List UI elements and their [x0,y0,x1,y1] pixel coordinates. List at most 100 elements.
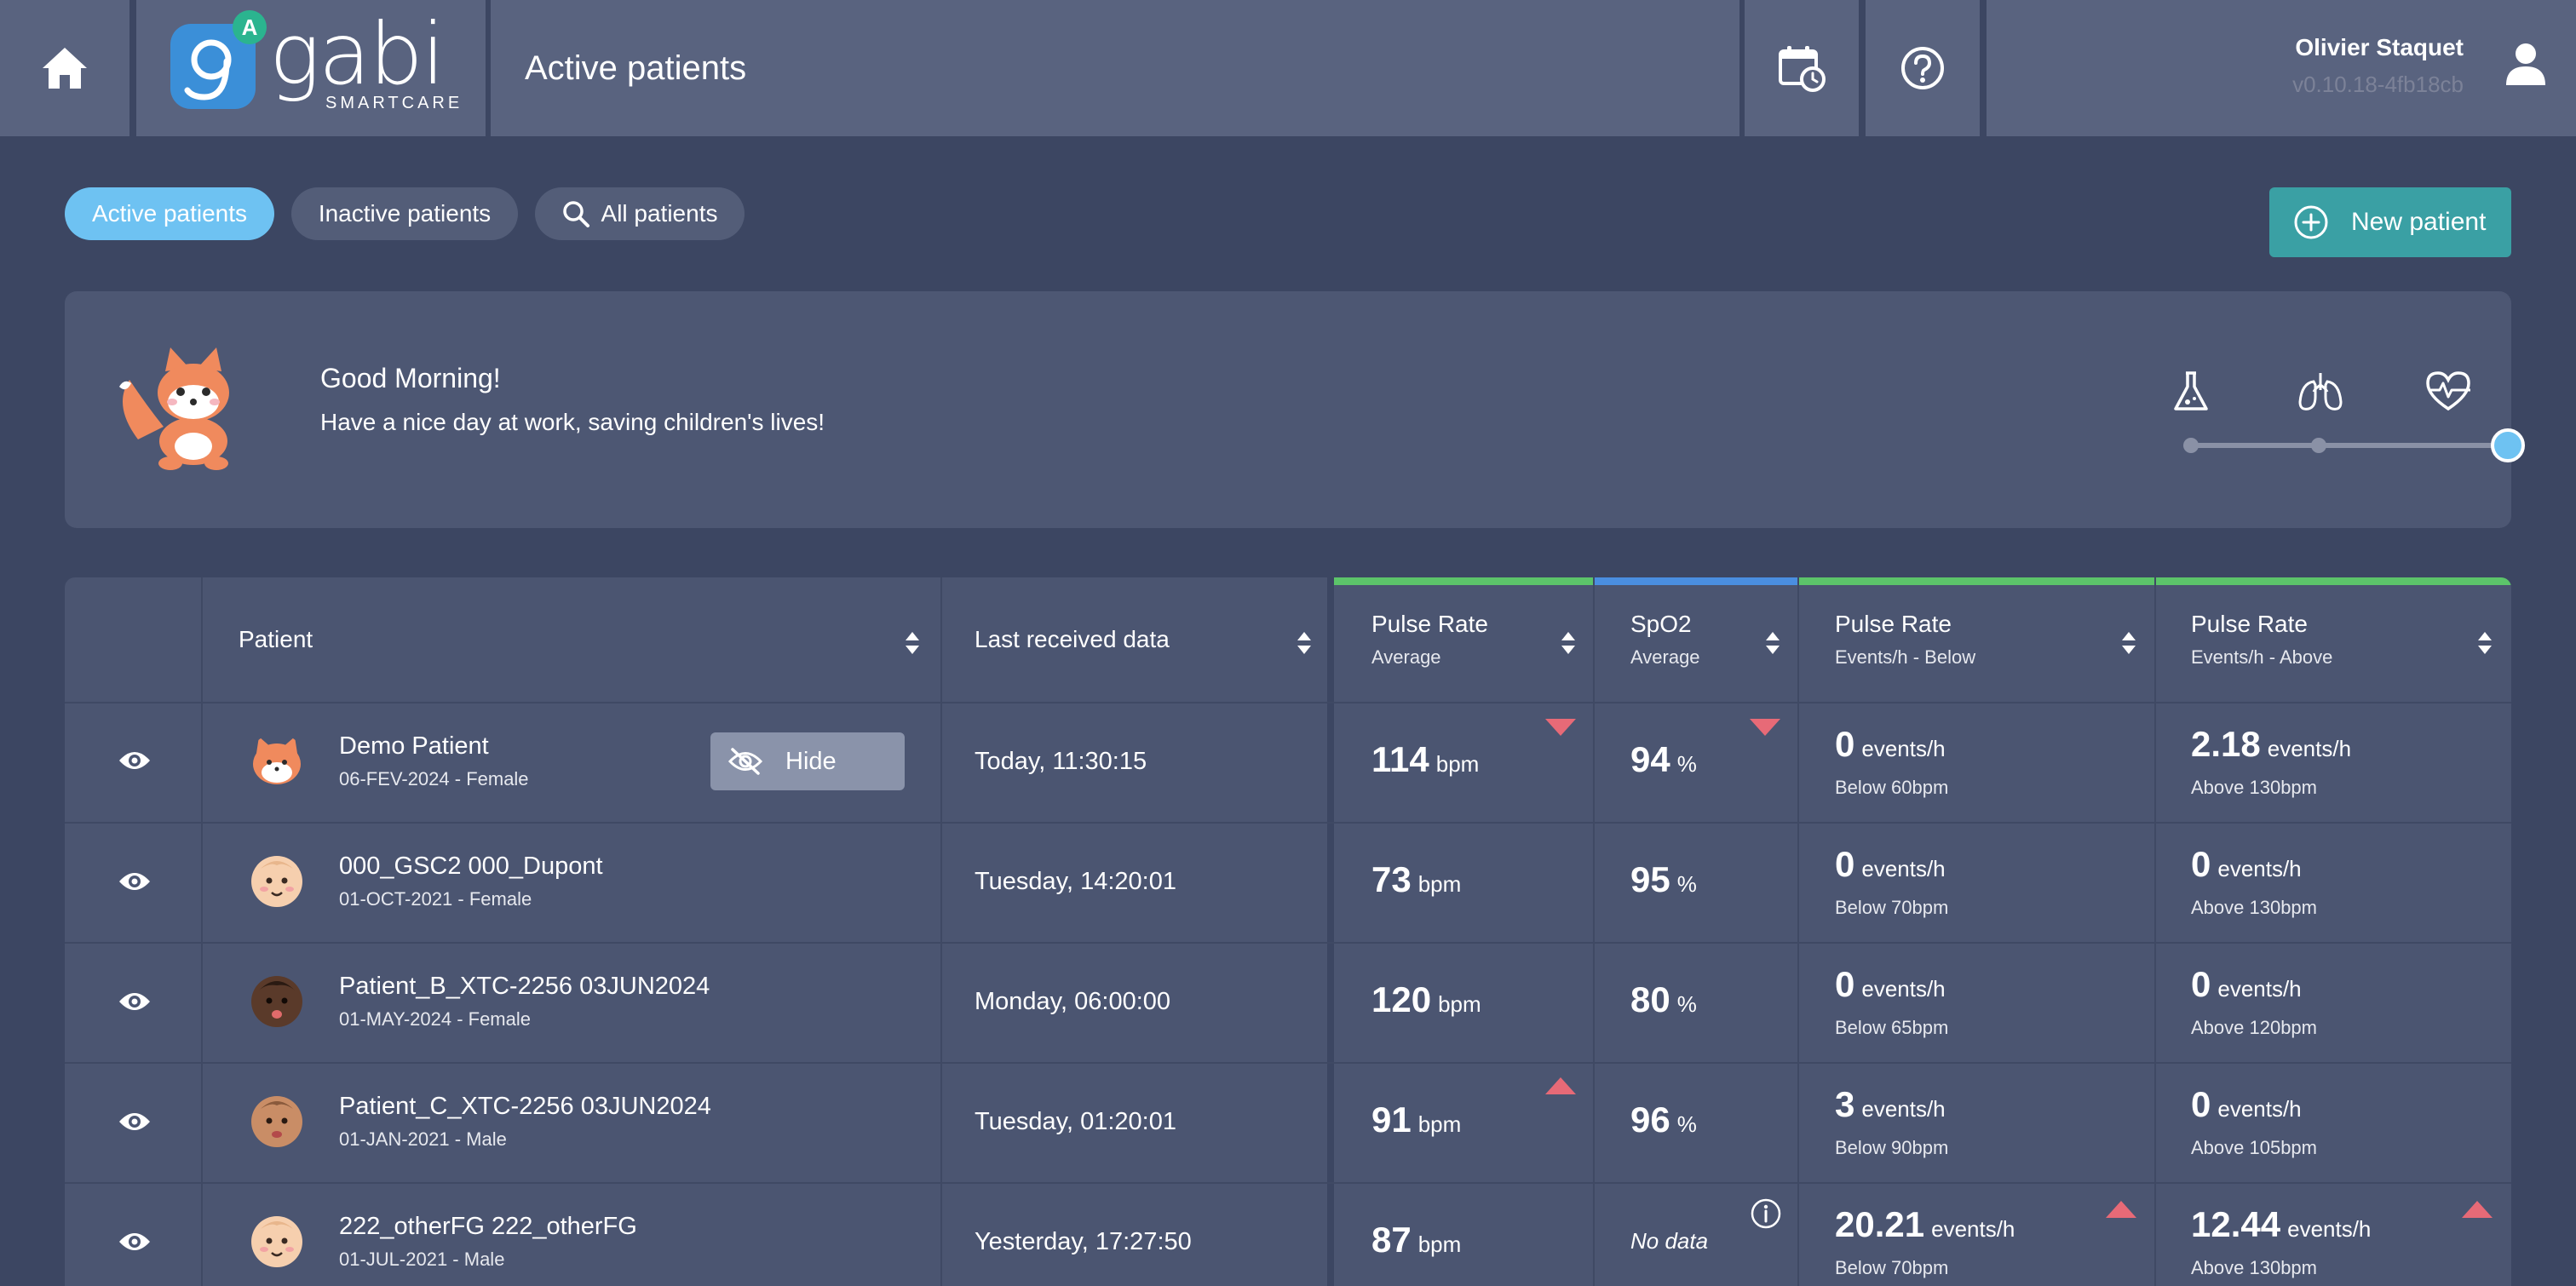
patient-name[interactable]: 222_otherFG 222_otherFG [339,1213,637,1241]
new-patient-button[interactable]: New patient [2269,187,2511,257]
user-menu[interactable]: Olivier Staquet v0.10.18-4fb18cb [1987,0,2576,136]
row-divider [65,1182,2511,1184]
flask-icon[interactable] [2169,370,2213,414]
row-divider [65,942,2511,944]
pulse-below-threshold: Below 65bpm [1835,1017,1949,1038]
row-divider [65,822,2511,824]
alert-up-indicator [2106,1201,2136,1218]
mode-slider-stop[interactable] [2311,438,2326,453]
tab-active-patients[interactable]: Active patients [65,187,274,240]
pulse-above-threshold: Above 120bpm [2191,1017,2317,1038]
column-divider [1797,577,1799,1286]
patient-info: 01-JAN-2021 - Male [339,1128,507,1150]
patient-name[interactable]: Demo Patient [339,732,489,761]
pulse-below-value: 0 events/h [1835,724,1946,764]
pulse-rate-average-value: 91 bpm [1371,1099,1462,1140]
hide-label: Hide [785,747,837,775]
column-header-pulse-rate-average[interactable]: Pulse Rate Average [1371,577,1488,702]
hide-patient-button[interactable]: Hide [710,732,905,790]
pulse-rate-average-value: 120 bpm [1371,979,1481,1019]
help-button[interactable] [1866,0,1980,136]
sort-icon[interactable] [2121,630,2136,656]
pulse-below-value: 0 events/h [1835,844,1946,884]
home-button[interactable] [0,0,129,136]
lungs-icon[interactable] [2297,370,2344,414]
greeting-title: Good Morning! [320,363,501,393]
mode-slider-handle[interactable] [2491,428,2525,462]
heart-pulse-icon[interactable] [2424,370,2472,412]
column-header-sublabel: Average [1630,646,1700,668]
mode-slider-stop[interactable] [2183,438,2199,453]
pulse-above-threshold: Above 130bpm [2191,1257,2317,1278]
spo2-average-value: 96% [1630,1099,1697,1140]
patient-name[interactable]: Patient_C_XTC-2256 03JUN2024 [339,1093,711,1121]
pulse-below-threshold: Below 70bpm [1835,897,1949,918]
new-patient-label: New patient [2351,208,2487,236]
view-patient-eye-icon[interactable] [118,989,152,1014]
fox-avatar [253,737,301,784]
pulse-above-value: 0 events/h [2191,1084,2302,1124]
column-header-patient[interactable]: Patient [239,577,313,702]
last-received-time: Tuesday, 14:20:01 [975,868,1176,895]
view-patient-eye-icon[interactable] [118,1229,152,1254]
info-icon[interactable] [1750,1197,1782,1230]
sort-icon[interactable] [905,630,920,656]
baby-avatar [251,976,302,1027]
patient-name[interactable]: 000_GSC2 000_Dupont [339,853,603,881]
sort-icon[interactable] [1297,630,1312,656]
calendar-clock-icon [1779,46,1826,92]
tab-all-patients-label: All patients [601,200,718,227]
column-divider [940,577,942,1286]
gabi-logo[interactable]: A gabi SMARTCARE [136,0,486,136]
sort-icon[interactable] [1765,630,1780,656]
sort-icon[interactable] [2477,630,2493,656]
alert-up-indicator [2462,1201,2493,1218]
calendar-button[interactable] [1745,0,1859,136]
sort-icon[interactable] [1561,630,1576,656]
spo2-average-value: 80% [1630,979,1697,1019]
patients-table: Patient Last received data Pulse Rate Av… [65,577,2511,1286]
view-patient-eye-icon[interactable] [118,869,152,894]
patient-info: 01-MAY-2024 - Female [339,1008,531,1030]
patient-info: 06-FEV-2024 - Female [339,768,529,789]
pulse-below-value: 20.21 events/h [1835,1204,2015,1244]
user-name: Olivier Staquet [2295,34,2464,60]
view-patient-eye-icon[interactable] [118,748,152,773]
column-header-sublabel: Events/h - Below [1835,646,1976,668]
baby-avatar [251,1096,302,1147]
greeting-message: Have a nice day at work, saving children… [320,409,825,435]
tab-inactive-patients[interactable]: Inactive patients [291,187,518,240]
column-header-spo2-average[interactable]: SpO2 Average [1630,577,1700,702]
pulse-above-value: 0 events/h [2191,964,2302,1004]
patient-info: 01-OCT-2021 - Female [339,888,532,910]
home-icon [43,48,87,89]
patient-name[interactable]: Patient_B_XTC-2256 03JUN2024 [339,973,710,1001]
pulse-above-threshold: Above 130bpm [2191,897,2317,918]
page-title-bar: Active patients [491,0,1739,136]
column-header-pulse-rate-below[interactable]: Pulse Rate Events/h - Below [1835,577,1975,702]
spo2-average-value: 94% [1630,739,1697,779]
column-header-last-received[interactable]: Last received data [975,577,1170,702]
pulse-rate-average-value: 114 bpm [1371,739,1480,779]
plus-circle-icon [2294,205,2328,239]
column-header-label: Last received data [975,626,1170,652]
last-received-time: Tuesday, 01:20:01 [975,1108,1176,1135]
column-divider [201,577,203,1286]
column-divider [2154,577,2156,1286]
pulse-below-threshold: Below 90bpm [1835,1137,1949,1158]
column-header-label: Patient [239,626,313,652]
fox-mascot-icon [119,347,229,470]
mode-slider-track[interactable] [2191,443,2515,448]
column-header-sublabel: Average [1371,646,1441,668]
tab-all-patients[interactable]: All patients [535,187,745,240]
alert-down-indicator [1545,719,1576,736]
column-header-pulse-rate-above[interactable]: Pulse Rate Events/h - Above [2191,577,2332,702]
last-received-time: Monday, 06:00:00 [975,988,1171,1015]
top-bar: A gabi SMARTCARE Active patients Olivier… [0,0,2576,136]
spo2-no-data: No data [1630,1228,1709,1254]
logo-badge: A [233,10,267,44]
column-divider [1327,577,1334,1286]
patient-info: 01-JUL-2021 - Male [339,1249,505,1270]
view-patient-eye-icon[interactable] [118,1109,152,1134]
search-icon [562,201,589,227]
